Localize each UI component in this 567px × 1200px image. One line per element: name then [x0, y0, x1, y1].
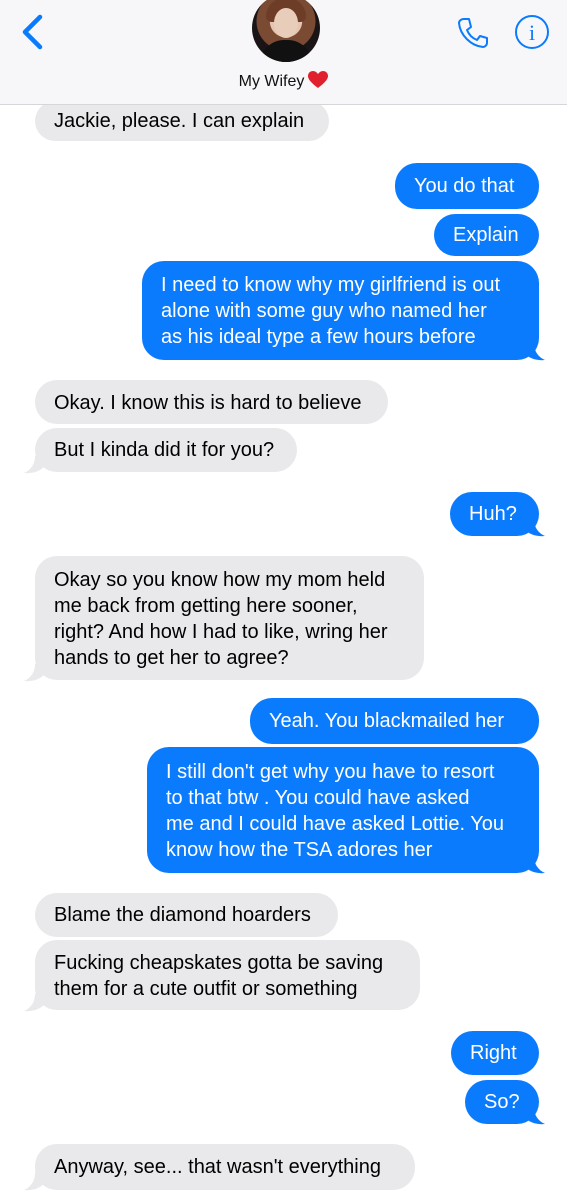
bubble-tail: [24, 456, 45, 474]
message-text-line: Blame the diamond hoarders: [54, 904, 311, 926]
message-text-line: them for a cute outfit or something: [54, 978, 358, 1000]
message-text-line: I still don't get why you have to resort: [166, 761, 495, 783]
message-bubble[interactable]: Okay so you know how my mom held me back …: [35, 556, 424, 680]
info-icon[interactable]: i: [514, 14, 550, 50]
message-text-line: alone with some guy who named her: [161, 300, 487, 322]
message-text-line: But I kinda did it for you?: [54, 439, 275, 461]
message-text-line: I need to know why my girlfriend is out: [161, 274, 501, 296]
message-text-line: as his ideal type a few hours before: [161, 326, 476, 348]
message-bubble[interactable]: You do that: [395, 163, 539, 209]
message-text-line: hands to get her to agree?: [54, 647, 289, 669]
message-bubble[interactable]: Right: [451, 1031, 539, 1075]
bubble-tail: [524, 856, 545, 874]
message-text-line: Right: [470, 1042, 517, 1064]
message-text-line: Jackie, please. I can explain: [54, 110, 305, 132]
message-text-line: Explain: [453, 224, 519, 246]
message-text-line: Yeah. You blackmailed her: [269, 710, 504, 732]
message-text-line: Okay. I know this is hard to believe: [54, 392, 362, 414]
contact-name: My Wifey: [238, 73, 305, 90]
message-bubble[interactable]: Yeah. You blackmailed her: [250, 698, 539, 744]
message-text-line: right? And how I had to like, wring her: [54, 621, 388, 643]
bubble-tail: [524, 519, 545, 537]
message-bubble[interactable]: Blame the diamond hoarders: [35, 893, 338, 937]
phone-icon[interactable]: [456, 16, 490, 50]
message-text-line: Okay so you know how my mom held: [54, 569, 386, 591]
message-text-line: Huh?: [469, 503, 517, 525]
bubble-tail: [524, 1107, 545, 1125]
message-text-line: me back from getting here sooner,: [54, 595, 358, 617]
message-text-line: Fucking cheapskates gotta be saving: [54, 952, 384, 974]
conversation-header: My Wifey i: [0, 0, 567, 105]
bubble-tail: [524, 343, 545, 361]
message-text-line: know how the TSA adores her: [166, 839, 433, 861]
message-bubble[interactable]: Okay. I know this is hard to believe: [35, 380, 388, 424]
message-bubble[interactable]: But I kinda did it for you?: [35, 428, 297, 472]
bubble-tail: [24, 664, 45, 682]
message-bubble[interactable]: Anyway, see... that wasn't everything: [35, 1144, 415, 1190]
heart-emoji: [308, 71, 329, 88]
message-text-line: So?: [484, 1091, 520, 1113]
message-bubble[interactable]: Explain: [434, 214, 539, 256]
bubble-tail: [24, 1173, 45, 1191]
message-text-line: to that btw . You could have asked: [166, 787, 470, 809]
contact-avatar[interactable]: [252, 0, 320, 62]
svg-text:i: i: [529, 20, 535, 45]
message-bubble[interactable]: I still don't get why you have to resort…: [147, 747, 539, 873]
bubble-tail: [24, 994, 45, 1012]
message-text-line: You do that: [414, 175, 515, 197]
message-bubble[interactable]: I need to know why my girlfriend is out a…: [142, 261, 539, 360]
message-bubble[interactable]: Fucking cheapskates gotta be saving them …: [35, 940, 420, 1010]
message-bubble[interactable]: Jackie, please. I can explain: [35, 101, 329, 141]
back-chevron-icon[interactable]: [18, 14, 48, 50]
message-text-line: Anyway, see... that wasn't everything: [54, 1156, 381, 1178]
contact-name-row[interactable]: My Wifey: [0, 71, 567, 91]
message-text-line: me and I could have asked Lottie. You: [166, 813, 505, 835]
